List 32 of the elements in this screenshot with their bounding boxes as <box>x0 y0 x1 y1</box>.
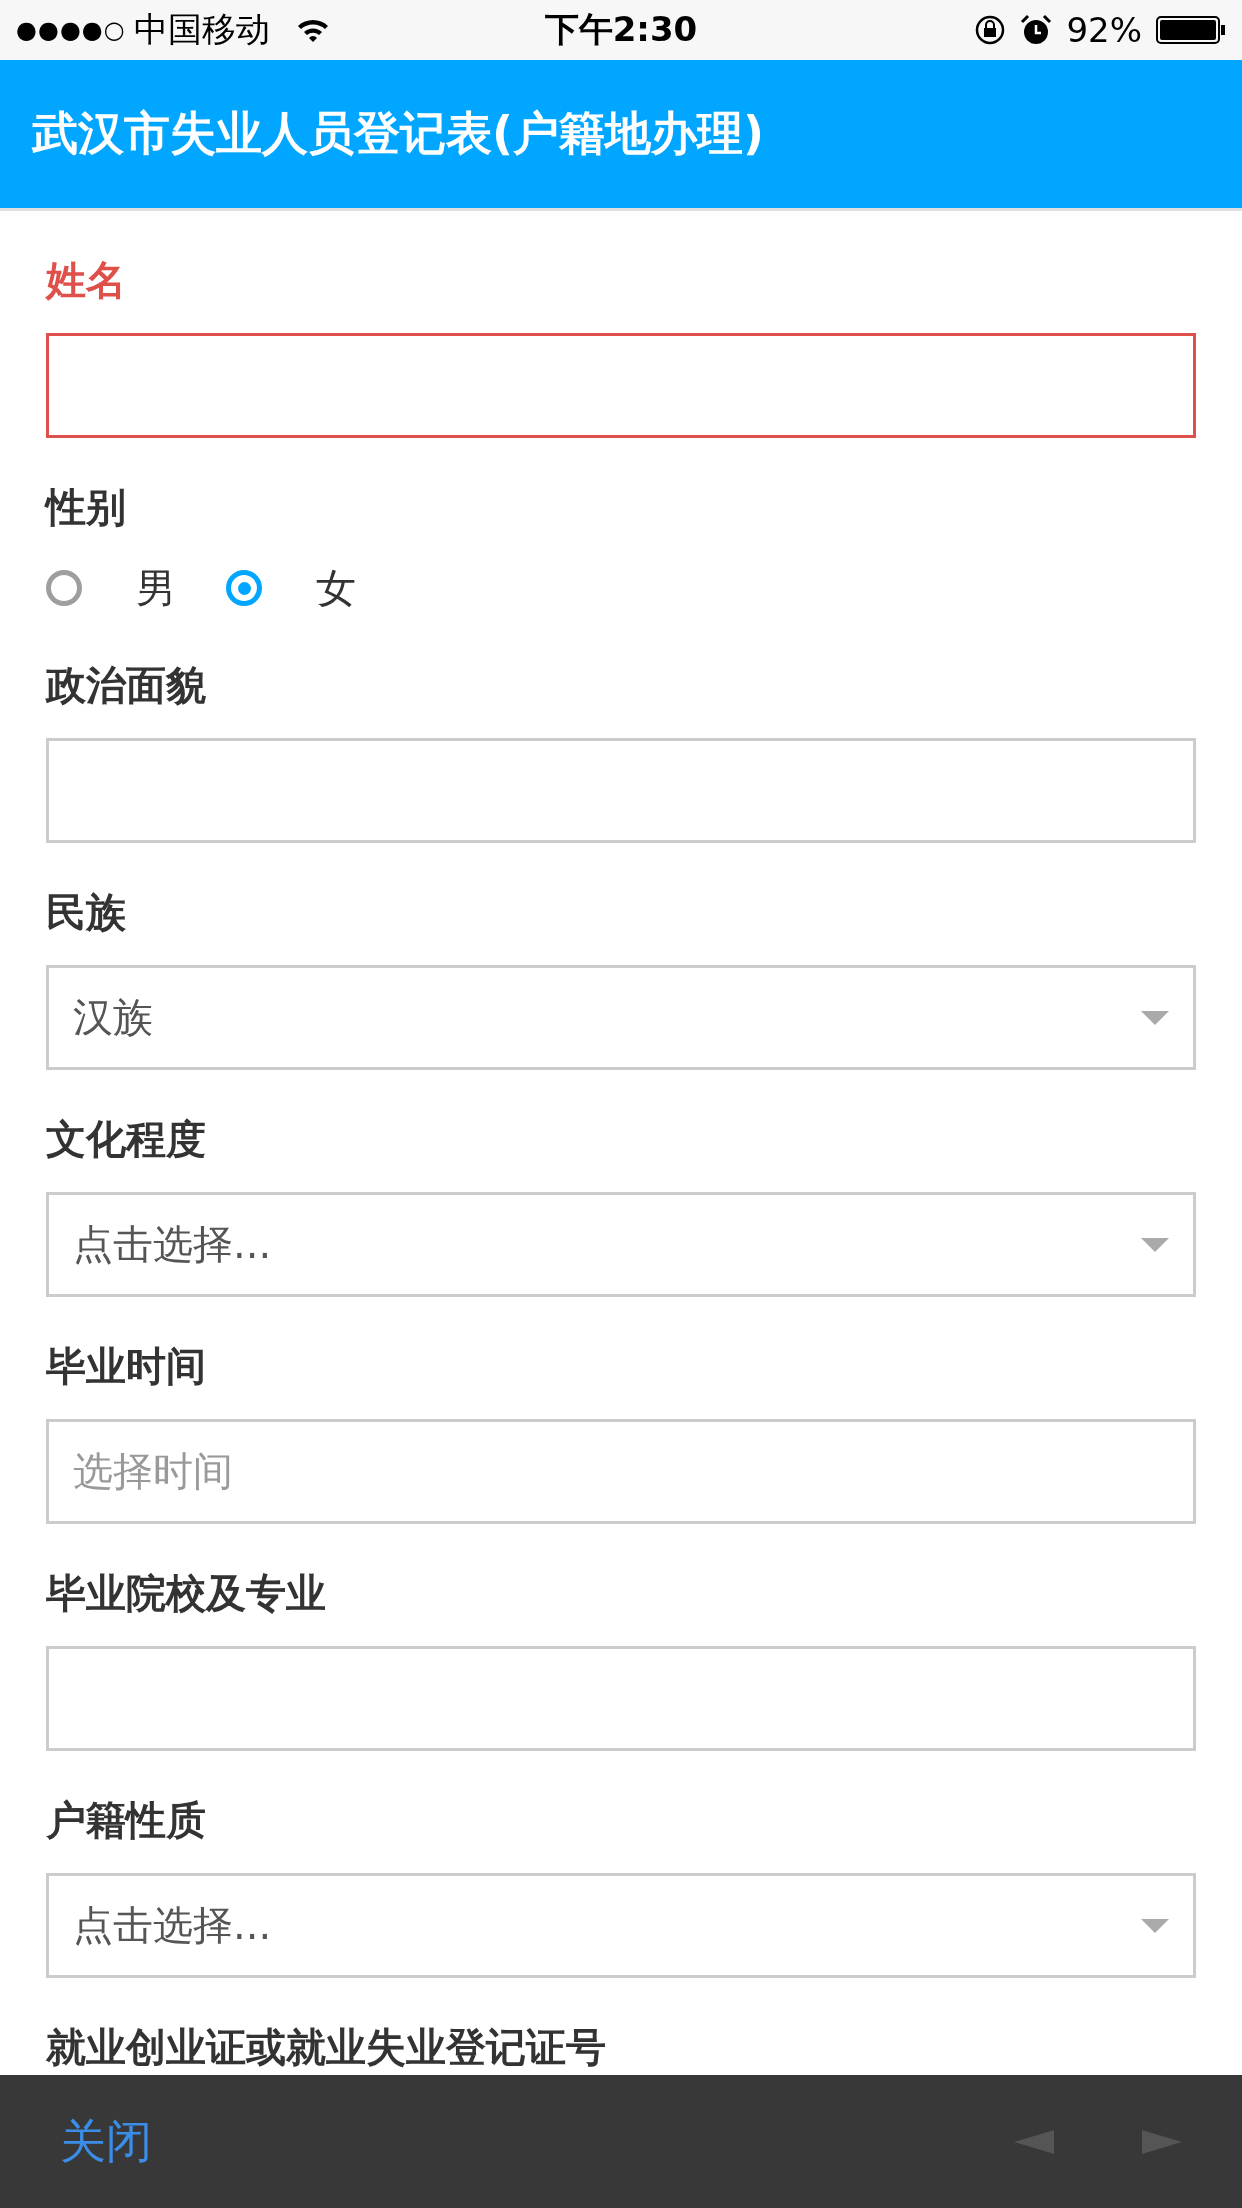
radio-label[interactable]: 男 <box>136 560 176 616</box>
caret-icon <box>1141 1237 1169 1252</box>
input-field[interactable] <box>46 1646 1196 1751</box>
radio-label[interactable]: 女 <box>316 560 356 616</box>
field-label: 毕业院校及专业 <box>46 1570 326 1616</box>
radio-button[interactable] <box>46 570 82 606</box>
input-field[interactable] <box>46 333 1196 438</box>
select-field[interactable]: 汉族 <box>46 965 1196 1070</box>
select-field[interactable]: 点击选择... <box>46 1873 1196 1978</box>
carrier-name: 中国移动 <box>133 8 270 51</box>
input-field[interactable] <box>46 738 1196 843</box>
battery-percent: 92% <box>1066 10 1142 50</box>
field-label: 文化程度 <box>46 1116 206 1162</box>
field-label: 户籍性质 <box>46 1797 206 1843</box>
field-label: 性别 <box>46 484 126 530</box>
field-label: 姓名 <box>46 257 126 303</box>
clock-time: 下午2:30 <box>544 9 698 49</box>
caret-icon <box>1141 1010 1169 1025</box>
field-label: 政治面貌 <box>46 662 206 708</box>
caret-icon <box>1141 1918 1169 1933</box>
select-field[interactable]: 点击选择... <box>46 1192 1196 1297</box>
page-title: 武汉市失业人员登记表(户籍地办理) <box>32 105 765 162</box>
radio-button[interactable] <box>226 570 262 606</box>
rotation-lock-icon <box>974 14 1007 46</box>
back-icon[interactable] <box>1014 2129 1054 2154</box>
signal-dots: ●●●●○ <box>16 16 126 44</box>
forward-icon[interactable] <box>1142 2129 1182 2154</box>
battery-icon <box>1156 15 1226 45</box>
field-label: 毕业时间 <box>46 1343 206 1389</box>
alarm-icon <box>1020 14 1053 46</box>
field-label: 民族 <box>46 889 126 935</box>
field-label: 就业创业证或就业失业登记证号 <box>46 2024 606 2070</box>
